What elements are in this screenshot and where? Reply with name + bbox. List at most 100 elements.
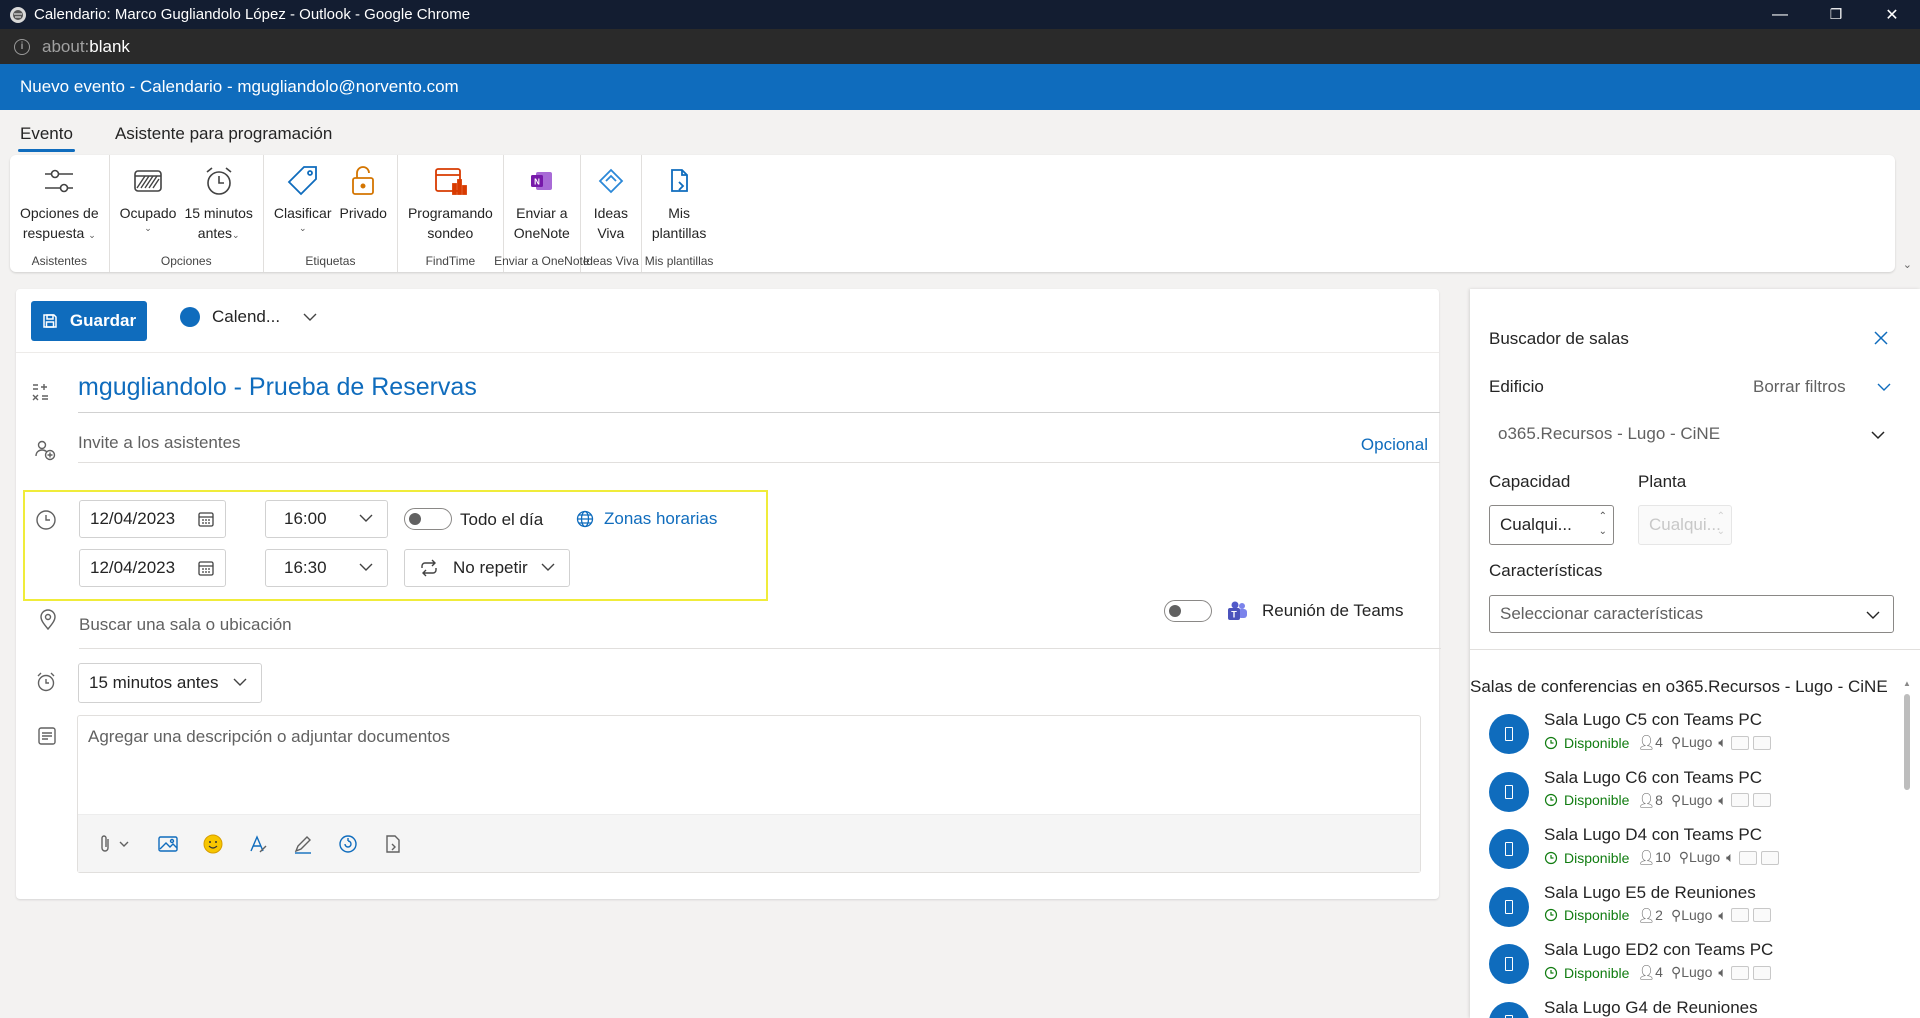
event-title-input[interactable]: mgugliandolo - Prueba de Reservas [78,369,1440,413]
templates-label-1: Mis [668,205,690,221]
location-placeholder: Buscar una sala o ubicación [79,615,292,634]
clock-icon [1544,908,1558,922]
draw-button[interactable] [290,831,316,857]
teams-meeting-toggle[interactable] [1164,600,1212,622]
tab-evento[interactable]: Evento [18,124,75,152]
room-status: Disponible [1564,907,1630,923]
start-date-value: 12/04/2023 [90,509,176,528]
room-list-item[interactable]: Sala Lugo C6 con Teams PC Disponible 👤︎8 ⚲L… [1489,768,1909,825]
busy-status-button[interactable]: Ocupado ⌄ [116,161,181,233]
onenote-label-2: OneNote [513,225,570,241]
templates-label-2: plantillas [651,225,707,241]
description-editor[interactable]: Agregar una descripción o adjuntar docum… [77,715,1421,873]
reminder-options-button[interactable]: 15 minutos antes⌄ [180,161,256,243]
ribbon-expand-icon[interactable]: ⌄ [1903,258,1912,271]
start-time-dropdown[interactable]: 16:00 [265,500,388,538]
end-time-dropdown[interactable]: 16:30 [265,549,388,587]
add-attendees-icon [34,439,58,463]
calendar-icon[interactable] [197,510,215,528]
chevron-down-icon: ⌄ [144,223,152,233]
building-dropdown[interactable]: o365.Recursos - Lugo - CiNE [1498,424,1720,444]
display-icon [1738,850,1757,865]
start-time-value: 16:00 [284,509,327,528]
chevron-down-icon[interactable] [1876,379,1892,395]
loop-component-button[interactable] [335,831,361,857]
floor-value: Cualqui... [1649,515,1721,534]
format-text-button[interactable] [245,831,271,857]
response-options-label-1: Opciones de [20,205,99,221]
response-options-button[interactable]: Opciones de respuesta ⌄ [16,161,103,243]
start-date-field[interactable]: 12/04/2023 [79,500,226,538]
url-text[interactable]: about:blank [42,37,130,57]
repeat-value: No repetir [453,558,528,577]
description-icon [36,725,60,749]
end-date-field[interactable]: 12/04/2023 [79,549,226,587]
room-avatar-icon [1489,886,1529,927]
room-list-item[interactable]: Sala Lugo ED2 con Teams PC Disponible 👤︎4 ⚲… [1489,940,1909,997]
scheduling-poll-button[interactable]: Programando sondeo [404,161,497,243]
ribbon-group-label: Etiquetas [305,254,356,268]
speaker-icon: 🔈︎ [1718,734,1727,750]
insert-image-button[interactable] [155,831,181,857]
ribbon-group-label: Opciones [160,254,212,268]
features-dropdown[interactable]: Seleccionar características [1489,595,1894,633]
room-list-item[interactable]: Sala Lugo C5 con Teams PC Disponible 👤︎4 ⚲L… [1489,710,1909,767]
calendar-label: Calend... [212,307,281,326]
room-capacity: 👤︎4 [1637,734,1663,750]
capacity-spinner[interactable]: Cualqui... ⌃ ⌄ [1489,505,1614,545]
more-apps-button[interactable] [380,831,406,857]
tab-asistente-programacion[interactable]: Asistente para programación [113,124,334,152]
room-name: Sala Lugo G4 de Reuniones [1544,997,1758,1017]
attendees-input[interactable]: Invite a los asistentes Opcional [78,425,1440,463]
insert-emoji-button[interactable] [200,831,226,857]
close-window-button[interactable]: ✕ [1864,0,1920,29]
time-zones-link[interactable]: Zonas horarias [576,509,717,529]
poll-icon [430,161,470,201]
close-icon[interactable] [1872,329,1890,347]
ribbon-group-findtime: Programando sondeo FindTime [398,155,504,272]
apps-icon [386,834,400,853]
clear-filters-button[interactable]: Borrar filtros [1753,377,1846,397]
pen-icon [294,835,311,854]
emoji-icon [203,834,223,853]
chevron-down-icon[interactable] [1870,427,1886,443]
room-name: Sala Lugo C5 con Teams PC [1544,710,1762,729]
reminder-label-1: 15 minutos [184,205,253,221]
address-bar[interactable]: i about:blank [0,29,1920,64]
site-info-icon[interactable]: i [14,38,30,55]
response-options-label-2: respuesta [22,225,85,241]
room-list-item[interactable]: Sala Lugo G4 de Reuniones [1489,998,1909,1018]
scroll-up-icon[interactable]: ▲ [1903,679,1911,688]
attach-button[interactable] [96,831,136,857]
spinner-arrows-icon[interactable]: ⌃ ⌄ [1599,509,1607,539]
repeat-dropdown[interactable]: No repetir [404,549,570,587]
send-to-onenote-button[interactable]: N Enviar a OneNote [510,161,574,243]
room-list-item[interactable]: Sala Lugo D4 con Teams PC Disponible 👤︎10 ⚲… [1489,825,1909,882]
save-label: Guardar [69,311,137,330]
panel-divider [1456,289,1470,1018]
onenote-icon: N [522,161,562,201]
clock-icon [1544,793,1558,807]
calendar-selector[interactable]: Calend... [180,307,318,327]
ribbon-group-asistentes: Opciones de respuesta ⌄ Asistentes [10,155,110,272]
speaker-icon: 🔈︎ [1718,791,1727,808]
all-day-label: Todo el día [460,510,544,529]
private-button[interactable]: Privado [336,161,391,223]
clock-icon [1544,851,1558,864]
optional-attendees-link[interactable]: Opcional [1361,435,1428,455]
room-status: Disponible [1564,734,1630,751]
viva-ideas-button[interactable]: Ideas Viva [587,161,635,243]
classify-button[interactable]: Clasificar ⌄ [270,161,336,233]
maximize-button[interactable]: ❐ [1808,0,1864,29]
my-templates-button[interactable]: Mis plantillas [648,161,710,243]
globe-icon [576,510,594,528]
title-icon [30,381,54,405]
reminder-dropdown[interactable]: 15 minutos antes [78,663,262,703]
all-day-toggle[interactable] [404,508,452,530]
room-list-item[interactable]: Sala Lugo E5 de Reuniones Disponible 👤︎2 ⚲L… [1489,883,1909,940]
calendar-icon[interactable] [197,559,215,577]
room-avatar-icon [1489,1001,1529,1018]
minimize-button[interactable]: — [1752,0,1808,29]
save-button[interactable]: Guardar [31,301,147,341]
room-location-value: Lugo [1689,849,1721,865]
